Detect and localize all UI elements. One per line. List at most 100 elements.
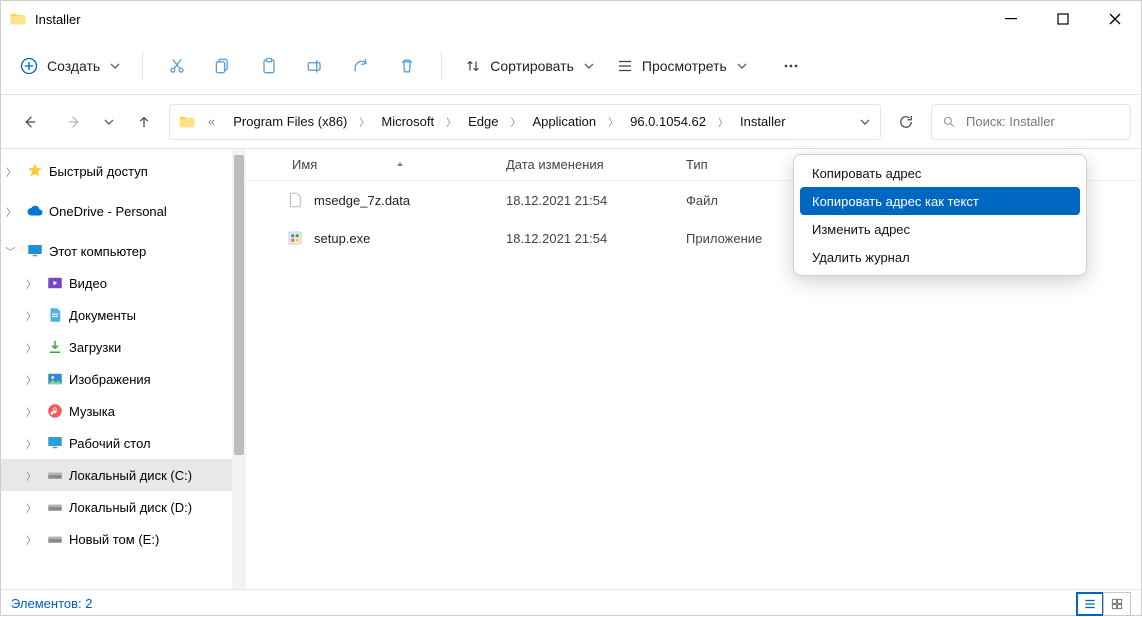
ctx-edit-address[interactable]: Изменить адрес <box>794 215 1086 243</box>
paste-button[interactable] <box>247 46 291 86</box>
breadcrumb-segment[interactable]: Microsoft <box>373 105 442 139</box>
column-header-name[interactable]: Имя <box>246 157 506 172</box>
desktop-icon <box>45 434 65 452</box>
more-icon <box>781 56 801 76</box>
chevron-down-icon <box>737 61 747 71</box>
music-icon <box>45 402 65 420</box>
file-date: 18.12.2021 21:54 <box>506 193 686 208</box>
ctx-copy-address[interactable]: Копировать адрес <box>794 159 1086 187</box>
sidebar-item[interactable]: 〉 Загрузки <box>1 331 246 363</box>
sidebar-item-label: Документы <box>69 308 136 323</box>
context-menu: Копировать адрес Копировать адрес как те… <box>793 154 1087 276</box>
ctx-clear-history[interactable]: Удалить журнал <box>794 243 1086 271</box>
sidebar-item-label: Локальный диск (C:) <box>69 468 192 483</box>
cut-button[interactable] <box>155 46 199 86</box>
sidebar-item[interactable]: 〉 Изображения <box>1 363 246 395</box>
sidebar-item[interactable]: 〉Новый том (E:) <box>1 523 246 555</box>
chevron-right-icon[interactable]: 〉 <box>21 532 41 547</box>
delete-button[interactable] <box>385 46 429 86</box>
breadcrumb-segment[interactable]: Application <box>524 105 604 139</box>
share-icon <box>351 56 371 76</box>
view-details-button[interactable] <box>1076 592 1104 616</box>
back-button[interactable] <box>11 103 49 141</box>
sidebar-item-this-pc[interactable]: 〉 Этот компьютер <box>1 235 246 267</box>
create-button[interactable]: Создать <box>9 46 130 86</box>
column-header-date[interactable]: Дата изменения <box>506 157 686 172</box>
sort-button[interactable]: Сортировать <box>454 46 604 86</box>
sidebar-item-quick-access[interactable]: 〉 Быстрый доступ <box>1 155 246 187</box>
chevron-right-icon[interactable]: 〉 <box>21 340 41 355</box>
chevron-right-icon[interactable]: 〉 <box>21 404 41 419</box>
view-list-icon <box>616 57 634 75</box>
chevron-right-icon[interactable]: 〉 <box>21 308 41 323</box>
minimize-button[interactable] <box>985 1 1037 37</box>
breadcrumb-overflow[interactable]: « <box>200 105 223 139</box>
search-input[interactable]: Поиск: Installer <box>931 104 1131 140</box>
breadcrumb-segment[interactable]: Edge <box>460 105 506 139</box>
more-button[interactable] <box>769 46 813 86</box>
search-icon <box>942 115 956 129</box>
sidebar-item-label: Локальный диск (D:) <box>69 500 192 515</box>
scrollbar[interactable] <box>232 149 246 589</box>
chevron-right-icon[interactable]: 〉 <box>1 204 21 219</box>
chevron-down-icon[interactable]: 〉 <box>4 241 19 261</box>
refresh-button[interactable] <box>887 103 925 141</box>
breadcrumb-segment[interactable]: Installer <box>732 105 794 139</box>
sidebar-item[interactable]: 〉Рабочий стол <box>1 427 246 459</box>
drive-icon <box>45 498 65 516</box>
sidebar-item[interactable]: 〉 Документы <box>1 299 246 331</box>
sidebar-item[interactable]: 〉 Локальный диск (C:) <box>1 459 246 491</box>
trash-icon <box>397 56 417 76</box>
view-button[interactable]: Просмотреть <box>606 46 757 86</box>
breadcrumb[interactable]: « Program Files (x86) 〉 Microsoft 〉 Edge… <box>169 104 881 140</box>
ctx-copy-address-as-text[interactable]: Копировать адрес как текст <box>800 187 1080 215</box>
titlebar: Installer <box>1 1 1141 37</box>
file-icon <box>286 191 304 209</box>
forward-button[interactable] <box>55 103 93 141</box>
view-label: Просмотреть <box>642 58 727 74</box>
chevron-down-icon[interactable] <box>860 117 870 127</box>
chevron-right-icon[interactable]: 〉 <box>21 500 41 515</box>
share-button[interactable] <box>339 46 383 86</box>
maximize-button[interactable] <box>1037 1 1089 37</box>
view-large-icons-button[interactable] <box>1103 592 1131 616</box>
sidebar-item[interactable]: 〉Музыка <box>1 395 246 427</box>
sidebar-item[interactable]: 〉 Видео <box>1 267 246 299</box>
sidebar-item-onedrive[interactable]: 〉 OneDrive - Personal <box>1 195 246 227</box>
documents-icon <box>45 306 65 324</box>
sidebar-item-label: Загрузки <box>69 340 121 355</box>
window-title: Installer <box>35 12 985 27</box>
rename-button[interactable] <box>293 46 337 86</box>
chevron-right-icon: 〉 <box>716 114 730 129</box>
chevron-right-icon: 〉 <box>606 114 620 129</box>
chevron-right-icon[interactable]: 〉 <box>1 164 21 179</box>
chevron-down-icon <box>110 61 120 71</box>
rename-icon <box>305 56 325 76</box>
sidebar-item[interactable]: 〉 Локальный диск (D:) <box>1 491 246 523</box>
chevron-right-icon[interactable]: 〉 <box>21 276 41 291</box>
pictures-icon <box>45 370 65 388</box>
sidebar-item-label: Этот компьютер <box>49 244 146 259</box>
chevron-right-icon: 〉 <box>508 114 522 129</box>
exe-icon <box>286 229 304 247</box>
scrollbar-thumb[interactable] <box>234 155 244 455</box>
cloud-icon <box>25 202 45 220</box>
create-label: Создать <box>47 58 100 74</box>
chevron-right-icon[interactable]: 〉 <box>21 436 41 451</box>
chevron-right-icon[interactable]: 〉 <box>21 372 41 387</box>
separator <box>441 52 442 80</box>
file-name: msedge_7z.data <box>314 193 410 208</box>
address-row: « Program Files (x86) 〉 Microsoft 〉 Edge… <box>1 95 1141 149</box>
up-button[interactable] <box>125 103 163 141</box>
sidebar-item-label: Изображения <box>69 372 151 387</box>
breadcrumb-segment[interactable]: 96.0.1054.62 <box>622 105 714 139</box>
sidebar-item-label: Быстрый доступ <box>49 164 148 179</box>
chevron-right-icon[interactable]: 〉 <box>21 468 41 483</box>
toolbar: Создать Сортировать Просмотреть <box>1 37 1141 95</box>
close-button[interactable] <box>1089 1 1141 37</box>
recent-button[interactable] <box>99 103 119 141</box>
sidebar-item-label: Видео <box>69 276 107 291</box>
copy-button[interactable] <box>201 46 245 86</box>
folder-icon <box>9 10 27 28</box>
breadcrumb-segment[interactable]: Program Files (x86) <box>225 105 355 139</box>
